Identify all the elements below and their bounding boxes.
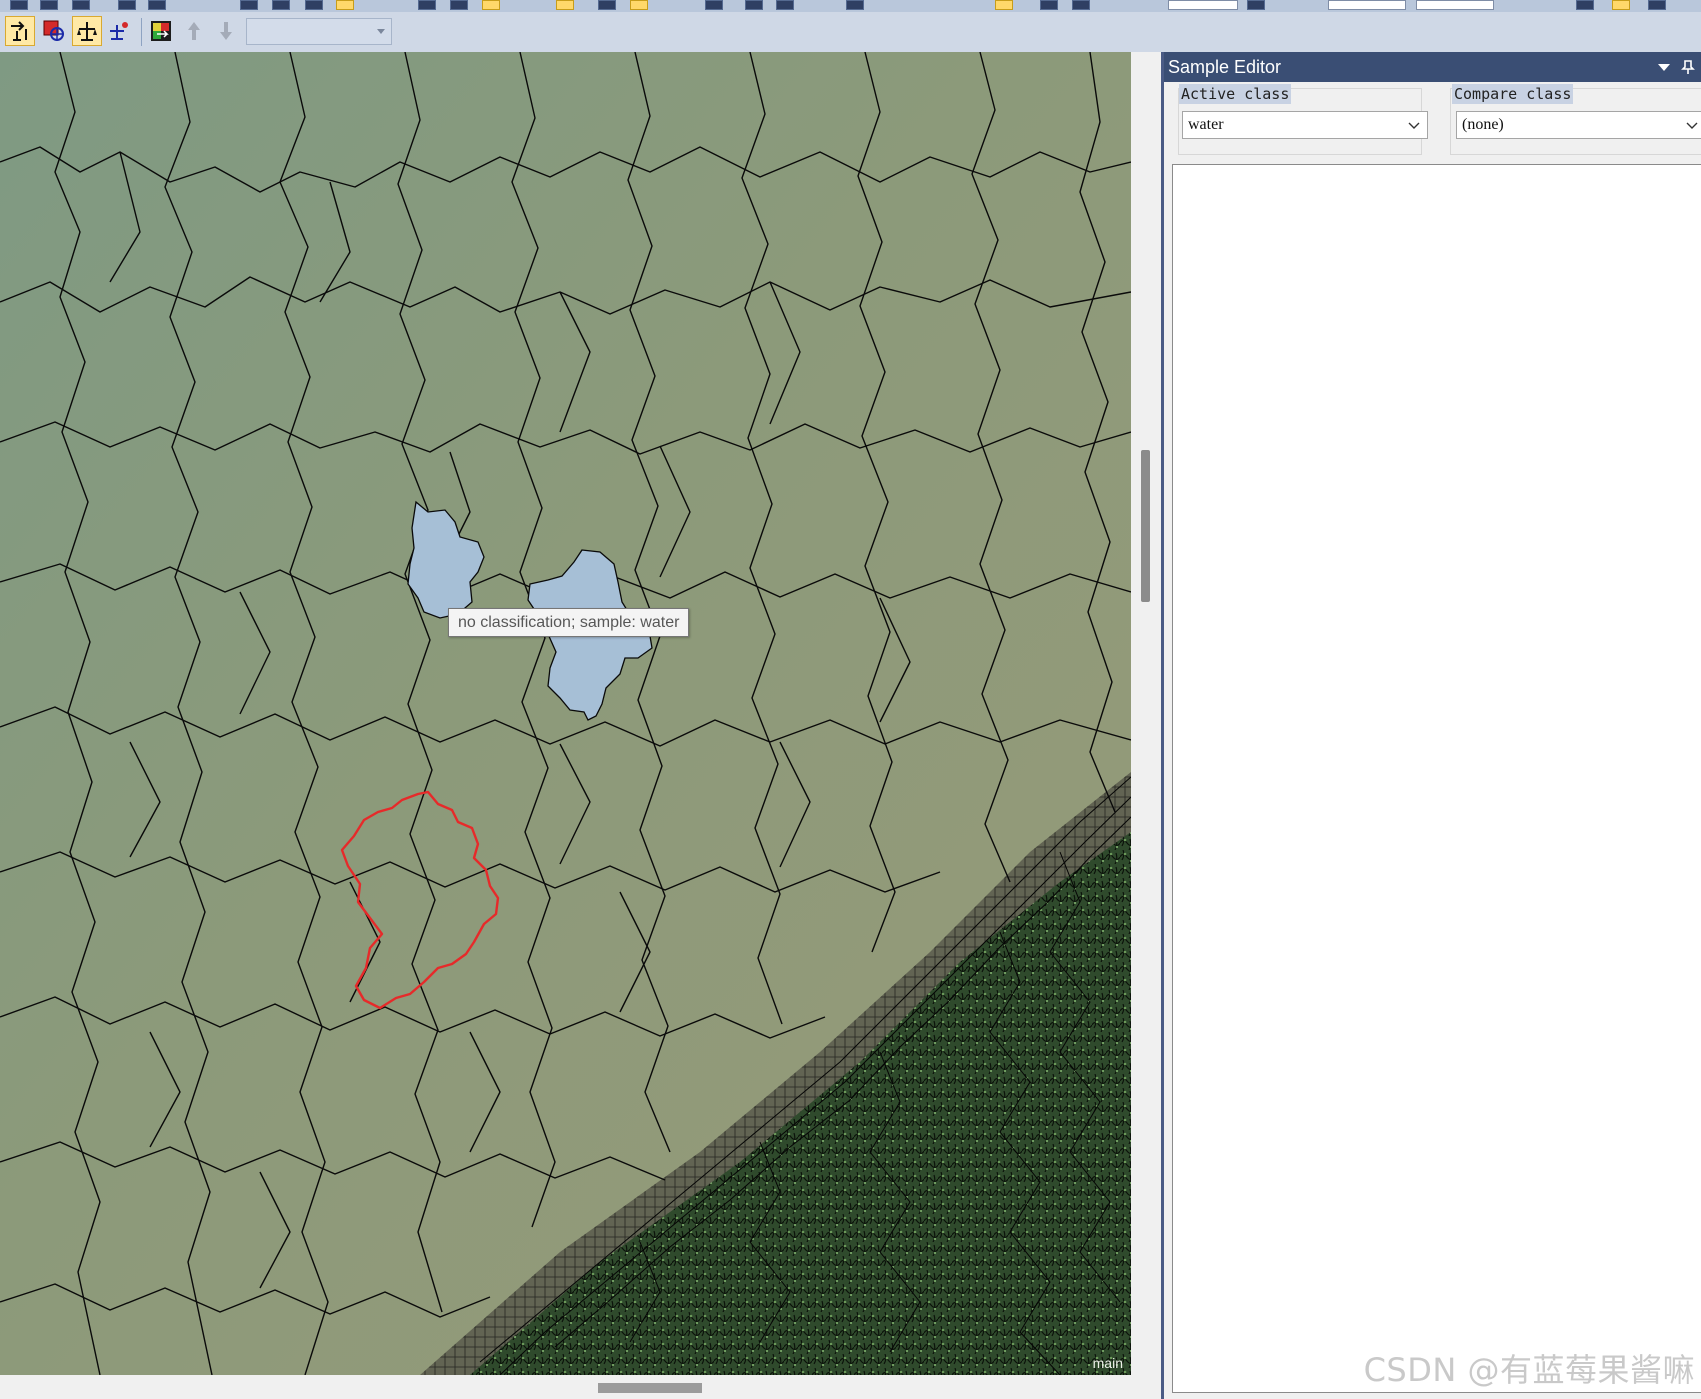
toolbar-icon[interactable]	[1648, 0, 1666, 10]
map-view-label: main	[1092, 1355, 1123, 1371]
chevron-down-icon	[377, 29, 385, 34]
toolbar-icon[interactable]	[705, 0, 723, 10]
toolbar-icon[interactable]	[40, 0, 58, 10]
feature-space-icon	[151, 21, 171, 41]
toolbar-icon[interactable]	[1040, 0, 1058, 10]
toolbar-icon[interactable]	[776, 0, 794, 10]
sample-navigation-icon	[77, 22, 97, 41]
map-view[interactable]: no classification; sample: water main	[0, 52, 1131, 1375]
panel-title: Sample Editor	[1168, 56, 1282, 77]
toolbar-separator	[141, 18, 142, 46]
compare-class-value: (none)	[1462, 116, 1504, 133]
toolbar-icon[interactable]	[995, 0, 1013, 10]
toolbar-icon[interactable]	[1247, 0, 1265, 10]
pin-button[interactable]	[1677, 52, 1699, 82]
toolbar-icon[interactable]	[482, 0, 500, 10]
scrollbar-thumb[interactable]	[1141, 450, 1150, 602]
triangle-down-icon	[1658, 64, 1670, 71]
feature-space-button[interactable]	[146, 16, 176, 46]
toolbar-icon[interactable]	[118, 0, 136, 10]
active-class-select[interactable]: water	[1182, 111, 1428, 139]
pin-icon	[1681, 60, 1695, 74]
toolbar-field[interactable]	[1416, 0, 1494, 10]
select-samples-button[interactable]	[39, 16, 69, 46]
toolbar-icon[interactable]	[745, 0, 763, 10]
toolbar-icon[interactable]	[418, 0, 436, 10]
toolbar-icon[interactable]	[450, 0, 468, 10]
segment-tooltip: no classification; sample: water	[448, 608, 690, 637]
sample-navigation-button[interactable]	[72, 16, 102, 46]
toolbar-field[interactable]	[1168, 0, 1238, 10]
sample-selection-info-icon	[110, 22, 128, 40]
map-vertical-scrollbar[interactable]	[1131, 52, 1161, 1399]
sample-editor-panel: Sample Editor Active class water Compare…	[1164, 52, 1701, 1399]
compare-class-label: Compare class	[1452, 84, 1574, 104]
toolbar-icon[interactable]	[1612, 0, 1630, 10]
toolbar-icon[interactable]	[556, 0, 574, 10]
active-class-label: Active class	[1179, 84, 1292, 104]
move-up-button[interactable]	[179, 16, 209, 46]
watermark: CSDN @有蓝莓果酱嘛	[1363, 1351, 1695, 1389]
move-down-button[interactable]	[211, 16, 241, 46]
compare-class-select[interactable]: (none)	[1456, 111, 1701, 139]
arrow-down-icon	[220, 22, 232, 40]
toolbar-icon[interactable]	[1072, 0, 1090, 10]
scrollbar-thumb[interactable]	[598, 1383, 702, 1393]
panel-menu-button[interactable]	[1653, 52, 1675, 82]
sample-histogram-area[interactable]	[1172, 164, 1701, 1393]
toolbar-icon[interactable]	[630, 0, 648, 10]
chevron-down-icon	[1686, 122, 1698, 129]
toolbar-icon[interactable]	[10, 0, 28, 10]
chevron-down-icon	[1408, 122, 1420, 129]
sample-editor-tool-icon	[11, 21, 27, 41]
toolbar-icon[interactable]	[1576, 0, 1594, 10]
segmentation-map[interactable]	[0, 52, 1131, 1375]
arrow-up-icon	[188, 22, 200, 40]
panel-title-bar: Sample Editor	[1164, 52, 1701, 82]
select-samples-icon	[43, 20, 64, 41]
toolbar-icon[interactable]	[305, 0, 323, 10]
toolbar-icon[interactable]	[598, 0, 616, 10]
toolbar-icon[interactable]	[240, 0, 258, 10]
toolbar-icon[interactable]	[272, 0, 290, 10]
sample-selection-info-button[interactable]	[104, 16, 134, 46]
samples-toolbar	[0, 12, 1701, 53]
toolbar-icon[interactable]	[846, 0, 864, 10]
toolbar-field[interactable]	[1328, 0, 1406, 10]
sample-editor-tool-button[interactable]	[5, 16, 35, 46]
toolbar-icon[interactable]	[336, 0, 354, 10]
toolbar-icon[interactable]	[72, 0, 90, 10]
toolbar-combo[interactable]	[246, 18, 392, 45]
active-class-value: water	[1188, 116, 1224, 133]
map-horizontal-scrollbar[interactable]	[0, 1375, 1131, 1399]
toolbar-icon[interactable]	[148, 0, 166, 10]
